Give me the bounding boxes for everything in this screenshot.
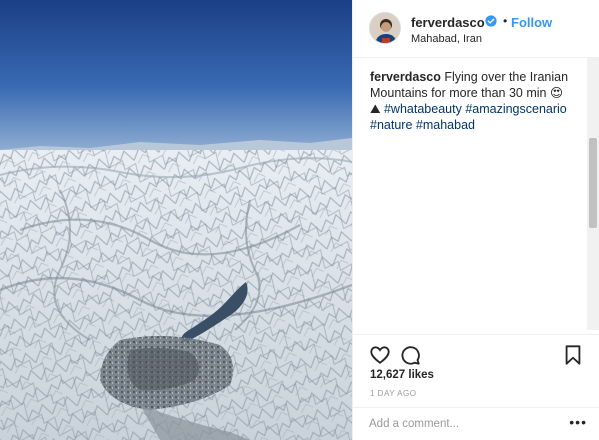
post-header: ferverdasco • Follow Mahabad, Iran <box>353 0 599 58</box>
caption: ferverdasco Flying over the Iranian Moun… <box>370 69 570 133</box>
avatar-image <box>370 13 400 43</box>
hashtag-link[interactable]: #mahabad <box>416 118 475 132</box>
avatar[interactable] <box>369 12 401 44</box>
comments-scrollbar[interactable] <box>587 58 599 330</box>
comment-box: ••• <box>353 407 599 440</box>
bookmark-icon[interactable] <box>562 344 584 366</box>
like-count[interactable]: 12,627 likes <box>370 369 434 381</box>
caption-username[interactable]: ferverdasco <box>370 70 441 84</box>
username[interactable]: ferverdasco <box>411 15 485 30</box>
hashtag-link[interactable]: #amazingscenario <box>465 102 566 116</box>
mountain-photo <box>0 0 352 440</box>
action-bar <box>353 334 599 374</box>
post-details-panel: ferverdasco • Follow Mahabad, Iran ferve… <box>352 0 599 440</box>
hashtag-link[interactable]: #whatabeauty <box>384 102 462 116</box>
heart-icon[interactable] <box>369 344 391 366</box>
hashtag-link[interactable]: #nature <box>370 118 412 132</box>
post-timestamp[interactable]: 1 DAY AGO <box>370 389 416 398</box>
comment-icon[interactable] <box>399 344 421 366</box>
post-photo[interactable] <box>0 0 352 440</box>
follow-button[interactable]: Follow <box>511 15 552 30</box>
separator-dot: • <box>503 14 508 28</box>
more-options-button[interactable]: ••• <box>569 414 587 430</box>
scrollbar-thumb[interactable] <box>589 138 597 228</box>
verified-badge-icon <box>485 15 497 27</box>
comment-input[interactable] <box>369 416 569 432</box>
location-link[interactable]: Mahabad, Iran <box>411 33 482 45</box>
